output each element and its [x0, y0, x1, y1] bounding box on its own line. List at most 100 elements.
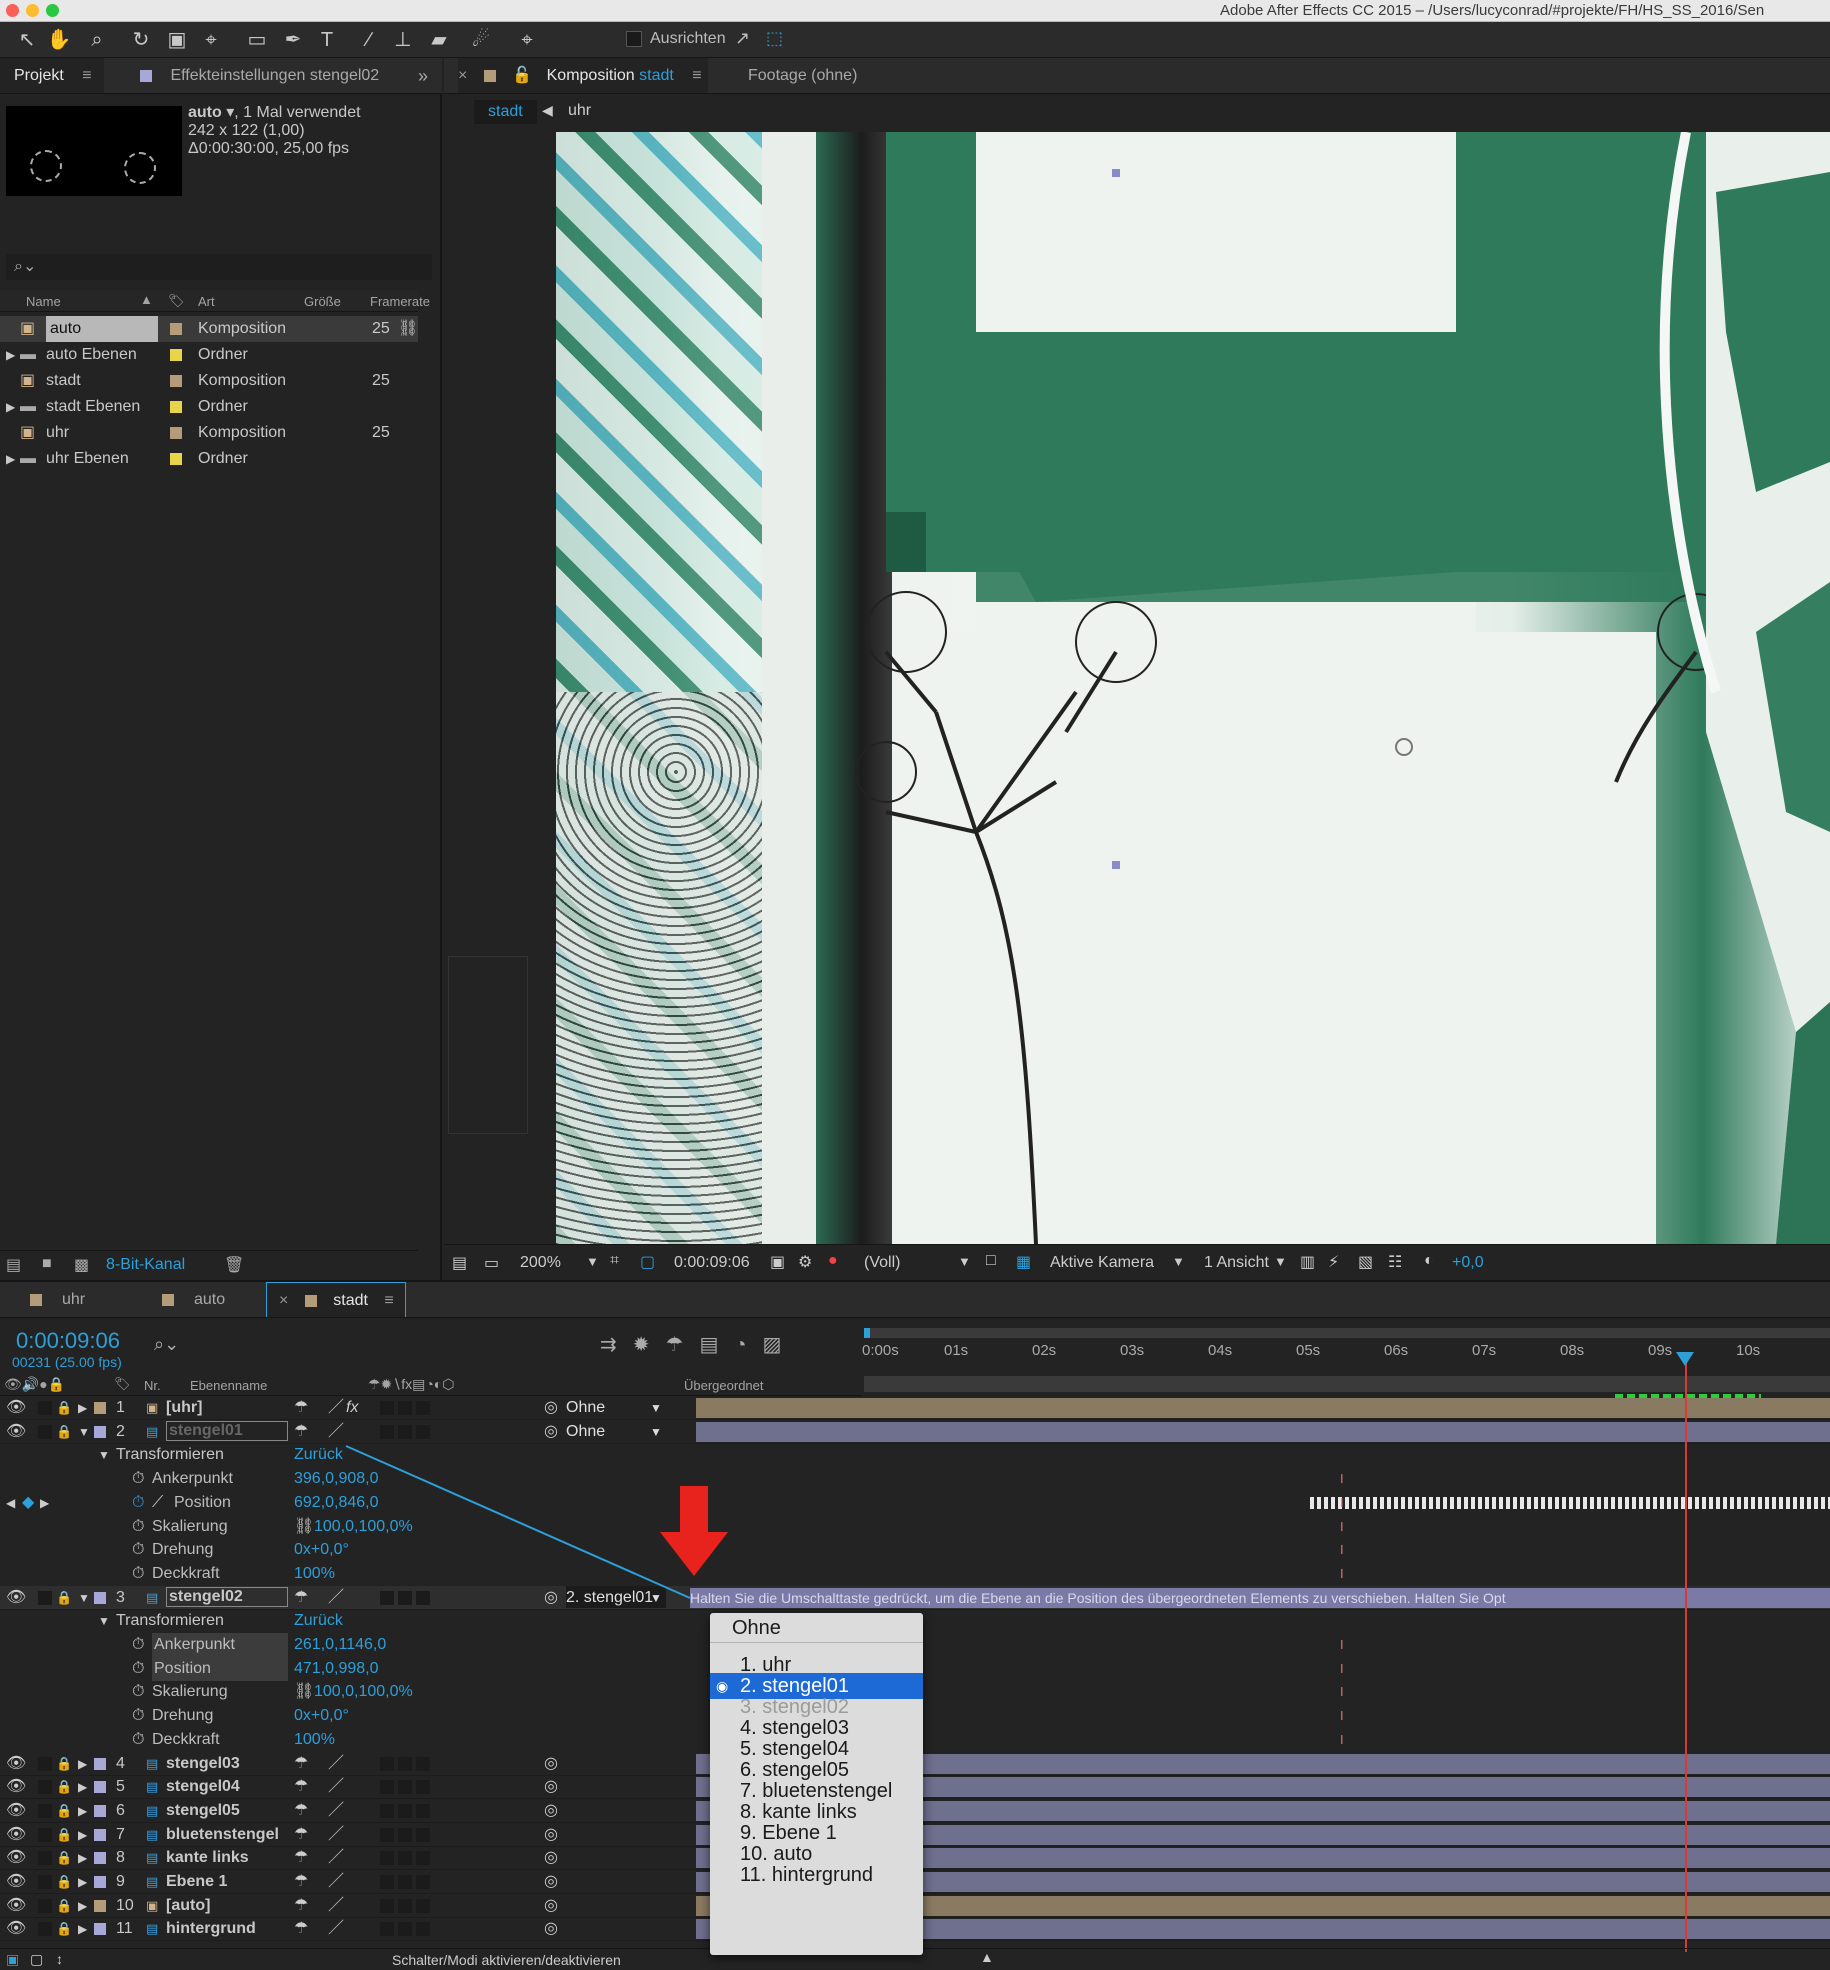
disclosure-triangle-icon[interactable]: ▶	[6, 446, 15, 472]
brush-tool-icon[interactable]: ∕	[356, 27, 382, 53]
panel-menu-icon[interactable]: ≡	[82, 67, 91, 84]
label-color-swatch[interactable]	[94, 1923, 106, 1936]
property-value[interactable]: 100%	[294, 1562, 335, 1586]
timeline-current-time[interactable]: 0:00:09:06	[16, 1328, 120, 1354]
property-value[interactable]: 692,0,846,0	[294, 1491, 379, 1515]
layer-switch-box[interactable]	[416, 1803, 430, 1818]
layer-switch-box[interactable]	[380, 1898, 394, 1913]
reset-exposure-icon[interactable]: ◐	[1424, 1252, 1434, 1270]
camera-dropdown[interactable]: Aktive Kamera	[1050, 1254, 1154, 1272]
layer-switch-box[interactable]	[380, 1875, 394, 1889]
lock-icon[interactable]: 🔒	[56, 1870, 72, 1894]
comp-mini-flowchart-icon[interactable]: ⇉	[600, 1334, 633, 1356]
eye-visibility-icon[interactable]: 👁	[6, 1752, 26, 1776]
lock-icon[interactable]: 🔒	[56, 1396, 72, 1420]
pick-whip-icon[interactable]: ◎	[544, 1846, 558, 1870]
pick-whip-icon[interactable]: ◎	[544, 1586, 558, 1610]
eye-visibility-icon[interactable]: 👁	[6, 1917, 26, 1941]
solo-toggle[interactable]	[38, 1756, 52, 1771]
always-preview-icon[interactable]: ▤	[452, 1253, 467, 1273]
property-row[interactable]: ⏱ Ankerpunkt 396,0,908,0 I	[0, 1467, 1830, 1491]
quality-switch-icon[interactable]: ／	[328, 1586, 344, 1610]
layer-switch-box[interactable]	[398, 1424, 412, 1439]
chevron-down-icon[interactable]: ▼	[1274, 1254, 1287, 1269]
layer-switch-box[interactable]	[380, 1780, 394, 1795]
chevron-down-icon[interactable]: ▼	[650, 1586, 662, 1610]
label-color-swatch[interactable]	[94, 1852, 106, 1865]
layer-switch-box[interactable]	[416, 1401, 430, 1415]
solo-toggle[interactable]	[38, 1590, 52, 1605]
shy-switch-icon[interactable]: ☂	[294, 1917, 308, 1941]
layer-switch-box[interactable]	[380, 1424, 394, 1439]
transfer-controls-toggle-icon[interactable]: ▢	[30, 1951, 43, 1968]
layer-name[interactable]: stengel04	[166, 1775, 240, 1799]
solo-toggle[interactable]	[38, 1803, 52, 1818]
hand-tool-icon[interactable]: ✋	[46, 27, 72, 53]
current-time-display[interactable]: 0:00:09:06	[674, 1254, 750, 1272]
interpret-footage-icon[interactable]: ▤	[6, 1255, 21, 1275]
stopwatch-icon[interactable]: ⏱	[132, 1680, 144, 1704]
solo-toggle[interactable]	[38, 1424, 52, 1439]
label-color-swatch[interactable]	[170, 349, 182, 361]
layer-switch-box[interactable]	[380, 1756, 394, 1771]
previous-keyframe-icon[interactable]: ◀	[6, 1491, 15, 1515]
disclosure-triangle-icon[interactable]: ▼	[78, 1586, 90, 1610]
layer-name[interactable]: kante links	[166, 1846, 249, 1870]
disclosure-triangle-icon[interactable]: ▶	[78, 1775, 87, 1799]
property-value[interactable]: 0x+0,0°	[294, 1704, 349, 1728]
pen-tool-icon[interactable]: ✒	[280, 27, 306, 53]
label-color-swatch[interactable]	[94, 1591, 106, 1604]
solo-toggle[interactable]	[38, 1851, 52, 1866]
layer-switch-box[interactable]	[416, 1922, 430, 1937]
preview-name[interactable]: auto ▾	[188, 104, 234, 121]
keyframe-markers[interactable]	[1310, 1496, 1830, 1509]
eye-visibility-icon[interactable]: 👁	[6, 1870, 26, 1894]
property-row[interactable]: ◀ ◆ ▶ ⏱ ⟋ Position 692,0,846,0 I	[0, 1491, 1830, 1515]
layer-name[interactable]: stengel05	[166, 1799, 240, 1823]
snapping-icon[interactable]: ⬚	[766, 28, 783, 49]
tab-effect-controls[interactable]: Effekteinstellungen stengel02	[140, 58, 379, 93]
chevron-down-icon[interactable]: ▼	[958, 1254, 971, 1269]
effects-switch-icon[interactable]: fx	[346, 1396, 358, 1420]
label-column-icon[interactable]: 🏷	[168, 293, 185, 309]
lock-icon[interactable]: 🔒	[56, 1823, 72, 1847]
quality-switch-icon[interactable]: ／	[328, 1870, 344, 1894]
solo-toggle[interactable]	[38, 1875, 52, 1889]
label-color-swatch[interactable]	[170, 453, 182, 465]
quality-switch-icon[interactable]: ／	[328, 1846, 344, 1870]
graph-editor-icon[interactable]: ▨	[762, 1334, 797, 1356]
layer-switch-box[interactable]	[380, 1590, 394, 1605]
close-tab-icon[interactable]: ×	[458, 67, 467, 84]
eye-visibility-icon[interactable]: 👁	[6, 1823, 26, 1847]
disclosure-triangle-icon[interactable]: ▶	[78, 1870, 87, 1894]
label-color-swatch[interactable]	[94, 1804, 106, 1817]
shy-switch-icon[interactable]: ☂	[294, 1420, 308, 1444]
layer-switch-box[interactable]	[416, 1756, 430, 1771]
pick-whip-icon[interactable]: ◎	[544, 1799, 558, 1823]
layer-name[interactable]: [auto]	[166, 1894, 210, 1918]
views-dropdown[interactable]: 1 Ansicht	[1204, 1254, 1269, 1272]
layer-switch-box[interactable]	[398, 1827, 412, 1842]
work-area-start[interactable]	[864, 1328, 870, 1338]
project-item-auto[interactable]: ▣ auto Komposition 25 ⛓	[0, 316, 418, 342]
label-color-swatch[interactable]	[170, 401, 182, 413]
zoom-out-icon[interactable]: ▲	[980, 1949, 994, 1965]
next-keyframe-icon[interactable]: ▶	[40, 1491, 49, 1515]
safe-margins-icon[interactable]: ⌗	[610, 1252, 619, 1270]
shy-switch-icon[interactable]: ☂	[294, 1586, 308, 1610]
property-value[interactable]: 0x+0,0°	[294, 1538, 349, 1562]
layer-switch-box[interactable]	[398, 1875, 412, 1889]
layer-switch-box[interactable]	[398, 1401, 412, 1415]
layer-switch-box[interactable]	[380, 1803, 394, 1818]
minimize-window-button[interactable]	[26, 4, 39, 17]
layer-switch-box[interactable]	[398, 1851, 412, 1866]
clone-stamp-tool-icon[interactable]: ⊥	[390, 27, 416, 53]
bit-depth-button[interactable]: 8-Bit-Kanal	[106, 1256, 185, 1274]
shy-switch-icon[interactable]: ☂	[294, 1396, 308, 1420]
tab-timeline-uhr[interactable]: uhr	[30, 1282, 85, 1317]
resolution-dropdown[interactable]: (Voll)	[864, 1254, 900, 1272]
tab-timeline-stadt[interactable]: × stadt ≡	[266, 1282, 406, 1317]
align-arrow-icon[interactable]: ↗	[735, 28, 750, 49]
property-value[interactable]: 100,0,100,0%	[314, 1680, 413, 1704]
chevron-down-icon[interactable]: ▼	[1172, 1254, 1185, 1269]
